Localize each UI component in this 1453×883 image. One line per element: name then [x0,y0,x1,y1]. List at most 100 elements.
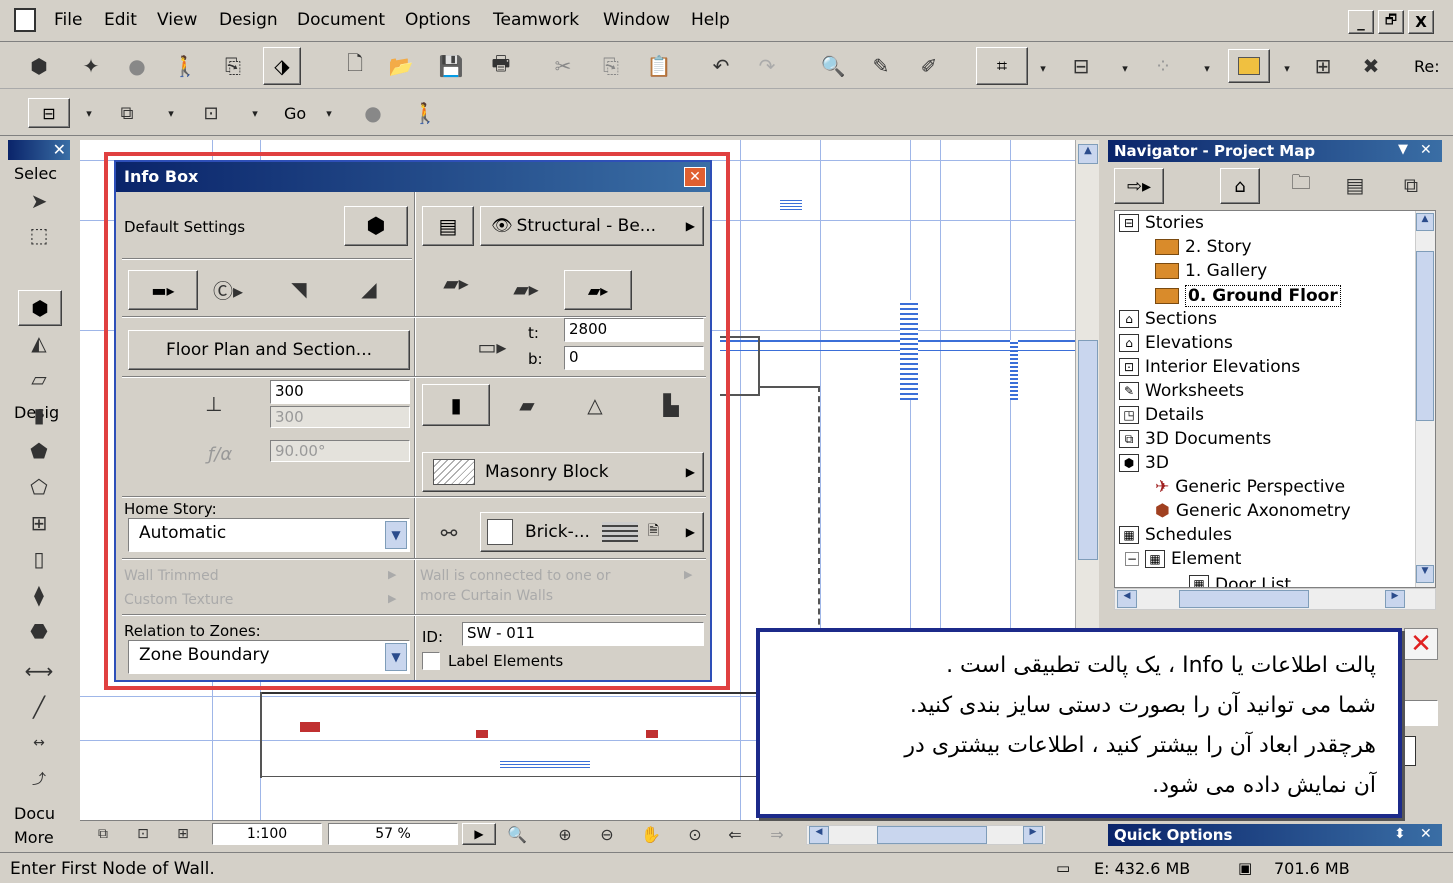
chevron-down-icon[interactable]: ▾ [1276,57,1298,79]
dimension-icon[interactable]: ⊞ [1308,51,1338,81]
expand-icon[interactable]: ⬍ [1394,826,1406,842]
dimension-tool-icon[interactable]: ↔ [24,728,54,758]
new-file-icon[interactable]: 🗋 [340,51,370,81]
chevron-down-icon[interactable]: ▾ [1114,57,1136,79]
tree-item-elevations[interactable]: ⌂ Elevations [1119,333,1233,353]
menu-view[interactable]: View [157,10,197,30]
redo-icon[interactable]: ↷ [752,51,782,81]
zone-tool-icon[interactable]: ⟷ [24,656,54,686]
scroll-thumb[interactable] [1078,340,1098,560]
minimize-button[interactable]: _ [1348,10,1374,34]
object-tool-icon[interactable]: ⬣ [24,616,54,646]
trapezoid-wall-icon[interactable]: ◥ [284,274,314,304]
fit-window-icon[interactable]: ⊙ [680,821,710,847]
layout-book-icon[interactable]: ▤ [1340,170,1370,200]
inject-icon[interactable]: ✐ [914,51,944,81]
undo-icon[interactable]: ↶ [706,51,736,81]
wall-geometry-straight-button[interactable]: ▬▸ [128,270,198,310]
close-icon[interactable]: ✕ [1420,142,1432,158]
hscroll-thumb[interactable] [877,826,987,844]
label-elements-checkbox[interactable] [422,652,440,670]
chevron-down-icon[interactable]: ▾ [1196,57,1218,79]
bottom-offset-field[interactable]: 0 [564,346,704,370]
menu-file[interactable]: File [54,10,82,30]
menu-teamwork[interactable]: Teamwork [493,10,579,30]
zoom-in-step-icon[interactable]: 🔍 [502,821,532,847]
arrow-tool-icon[interactable]: ➤ [24,186,54,216]
roof-tool-icon[interactable]: ◭ [24,328,54,358]
chevron-down-icon[interactable]: ▾ [78,102,100,124]
close-icon[interactable]: ✕ [1420,826,1432,842]
chevron-down-icon[interactable]: ▾ [1032,57,1054,79]
paste-icon[interactable]: 📋 [644,51,674,81]
layout-icon[interactable]: ⊡ [196,98,226,128]
tree-item-3d[interactable]: ⬢ 3D [1119,453,1169,473]
double-slanted-wall-icon[interactable]: △ [580,390,610,420]
line-tool-icon[interactable]: ╱ [24,692,54,722]
tree-vertical-scrollbar[interactable]: ▲ ▼ [1415,211,1435,587]
go-label[interactable]: Go [284,104,306,123]
collapse-icon[interactable]: − [1125,552,1139,566]
project-map-tab-icon[interactable]: ⌂ [1220,168,1260,204]
tree-item-schedules[interactable]: ▦ Schedules [1119,525,1232,545]
scroll-left-icon[interactable]: ◀ [1117,590,1137,608]
eyedropper-icon[interactable]: ✎ [866,51,896,81]
tree-item-gallery[interactable]: 1. Gallery [1155,261,1267,281]
tree-item-element[interactable]: − ▦ Element [1125,549,1241,569]
next-zoom-icon[interactable]: ⇒ [762,821,792,847]
pen-set-icon[interactable]: ⊡ [128,821,158,847]
canvas-horizontal-scrollbar[interactable]: ◀ ▶ [806,825,1046,845]
previous-zoom-icon[interactable]: ⇐ [720,821,750,847]
copy-layer-icon[interactable]: ⎘ [218,51,248,81]
scale-field[interactable]: 1:100 [212,823,322,845]
tree-item-interior-elevations[interactable]: ⊡ Interior Elevations [1119,357,1300,377]
polygonal-wall-icon[interactable]: ◢ [354,274,384,304]
wall-ref-center-icon[interactable]: ▰▸ [506,274,546,304]
3d-view-button[interactable]: ⬗ [263,47,301,85]
tree-item-worksheets[interactable]: ✎ Worksheets [1119,381,1244,401]
zoom-menu-button[interactable]: ▶ [462,823,496,845]
door-tool-icon[interactable]: ▯ [24,544,54,574]
scroll-up-icon[interactable]: ▲ [1078,144,1098,164]
quick-options-title[interactable]: Quick Options [1108,824,1442,846]
wall-ref-outside-button[interactable]: ▰▸ [564,270,632,310]
side-field[interactable] [1398,700,1438,726]
tree-item-details[interactable]: ◳ Details [1119,405,1204,425]
menu-document[interactable]: Document [297,10,385,30]
column-tool-icon[interactable]: ▮ [24,400,54,430]
copy-icon[interactable]: ⎘ [596,51,626,81]
scroll-right-icon[interactable]: ▶ [1385,590,1405,608]
side-button[interactable] [1400,736,1416,766]
layer-icon[interactable]: ▤ [422,206,474,246]
trace-icon[interactable]: ⊟ [1066,51,1096,81]
chevron-down-icon[interactable]: ▾ [244,102,266,124]
tree-item-3d-documents[interactable]: ⧉ 3D Documents [1119,429,1271,449]
menu-help[interactable]: Help [691,10,730,30]
view-settings-icon[interactable]: ⧉ [112,98,142,128]
scroll-left-icon[interactable]: ◀ [809,826,829,844]
cancel-x-icon[interactable]: ✕ [1404,628,1438,660]
tree-item-story-2[interactable]: 2. Story [1155,237,1252,257]
zoom-in-icon[interactable]: ⊕ [550,821,580,847]
orbit-icon[interactable]: ● [358,98,388,128]
layer-settings-icon[interactable]: ⧉ [88,821,118,847]
level-tool-icon[interactable]: ⤴ [24,764,54,794]
menu-window[interactable]: Window [603,10,670,30]
tree-horizontal-scrollbar[interactable]: ◀ ▶ [1114,588,1436,610]
wall-tool-button[interactable]: ⬢ [18,290,62,326]
zoom-field[interactable]: 57 % [328,823,458,845]
slant-angle-field[interactable]: 90.00° [270,440,410,462]
layer-combo-button[interactable] [1228,49,1270,83]
chevron-down-icon[interactable]: ▾ [160,102,182,124]
wall-ref-line-icon[interactable]: ▰▸ [436,268,476,298]
scroll-up-icon[interactable]: ▲ [1416,213,1434,231]
wall-height-field[interactable]: 300 [270,380,410,404]
walk-icon[interactable]: 🚶 [170,51,200,81]
close-window-button[interactable]: X [1408,10,1434,34]
project-map-button[interactable]: ⇨▸ [1114,168,1164,204]
curved-wall-icon[interactable]: Ⓒ▸ [208,274,248,304]
settings-dialog-button[interactable]: ⬢ [344,206,408,246]
building-material-dropdown[interactable]: Masonry Block ▶ [422,452,704,492]
print-icon[interactable]: 🖶 [486,51,516,81]
tree-hscroll-thumb[interactable] [1179,590,1309,608]
